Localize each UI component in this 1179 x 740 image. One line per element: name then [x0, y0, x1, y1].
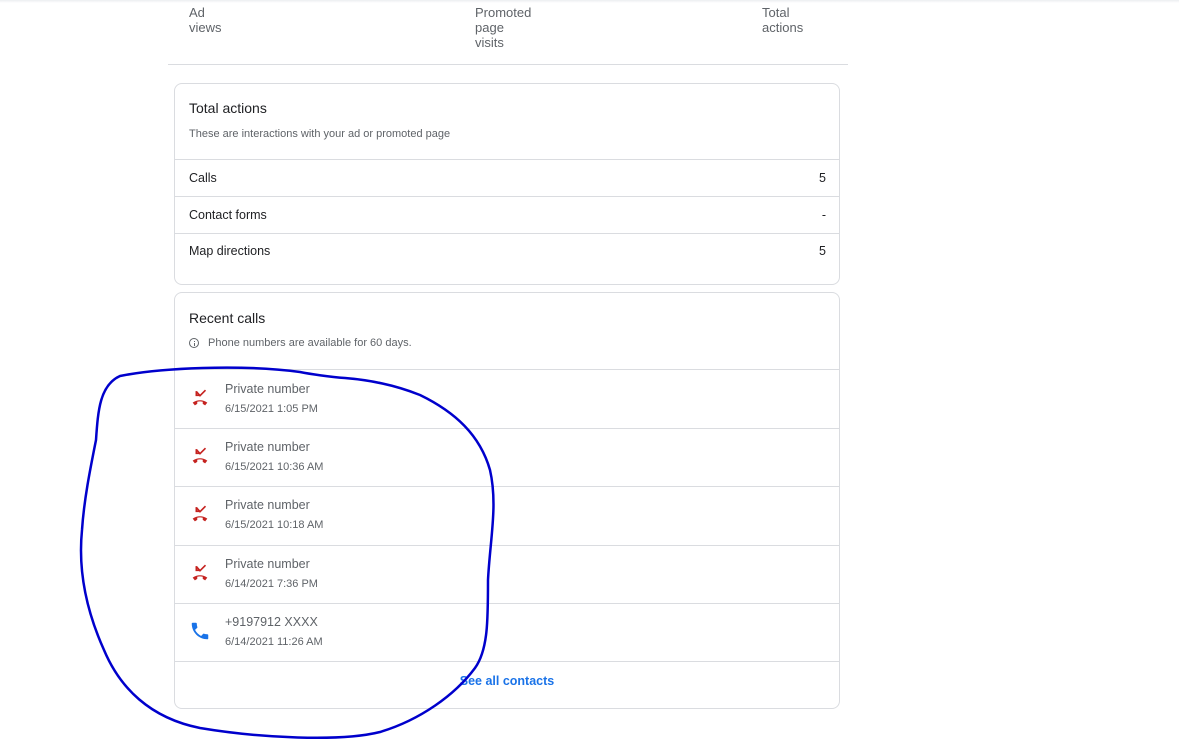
total-actions-card: Total actions These are interactions wit…	[174, 83, 840, 285]
stat-total-actions: Total actions	[762, 5, 803, 35]
call-time: 6/15/2021 1:05 PM	[225, 403, 318, 415]
missed-call-icon	[192, 447, 208, 464]
call-name: Private number	[225, 440, 310, 454]
call-name: +9197912 XXXX	[225, 615, 318, 629]
metric-value: 5	[819, 171, 826, 185]
stat-total-line: Total	[762, 5, 790, 20]
missed-call-icon	[192, 564, 208, 581]
recent-calls-card: Recent calls Phone numbers are available…	[174, 292, 840, 709]
stat-ad-views: Ad views	[189, 5, 222, 35]
recent-calls-info-text: Phone numbers are available for 60 days.	[208, 337, 412, 349]
info-icon	[189, 338, 199, 348]
stat-promoted-line: page	[475, 20, 504, 35]
call-row[interactable]: Private number 6/15/2021 1:05 PM	[175, 370, 839, 428]
call-row[interactable]: +9197912 XXXX 6/14/2021 11:26 AM	[175, 603, 839, 661]
total-actions-subtitle: These are interactions with your ad or p…	[189, 128, 451, 140]
missed-call-icon	[192, 505, 208, 522]
metric-label: Contact forms	[189, 208, 267, 222]
metric-row-calls: Calls 5	[175, 160, 839, 196]
call-row[interactable]: Private number 6/15/2021 10:18 AM	[175, 486, 839, 544]
recent-calls-info: Phone numbers are available for 60 days.	[189, 337, 412, 349]
stat-ad-views-line: views	[189, 20, 222, 35]
call-name: Private number	[225, 498, 310, 512]
call-time: 6/15/2021 10:18 AM	[225, 519, 324, 531]
call-row[interactable]: Private number 6/15/2021 10:36 AM	[175, 428, 839, 486]
see-all-contacts-link[interactable]: See all contacts	[175, 674, 839, 688]
call-row[interactable]: Private number 6/14/2021 7:36 PM	[175, 545, 839, 603]
phone-icon	[191, 622, 209, 640]
call-time: 6/15/2021 10:36 AM	[225, 461, 324, 473]
stat-promoted-line: visits	[475, 35, 504, 50]
call-name: Private number	[225, 382, 310, 396]
stats-header: Ad views Promoted page visits Total acti…	[168, 0, 848, 65]
stat-ad-views-line: Ad	[189, 5, 205, 20]
stat-total-line: actions	[762, 20, 804, 35]
total-actions-title: Total actions	[189, 100, 267, 116]
stat-promoted-page-visits: Promoted page visits	[475, 5, 531, 50]
metric-label: Map directions	[189, 244, 271, 258]
metric-value: 5	[819, 244, 826, 258]
missed-call-icon	[192, 389, 208, 406]
divider	[175, 661, 839, 662]
call-time: 6/14/2021 11:26 AM	[225, 636, 323, 648]
recent-calls-title: Recent calls	[189, 310, 266, 326]
page: Ad views Promoted page visits Total acti…	[0, 0, 1179, 740]
metric-row-contact-forms: Contact forms -	[175, 197, 839, 233]
call-time: 6/14/2021 7:36 PM	[225, 578, 318, 590]
metric-row-map-directions: Map directions 5	[175, 233, 839, 269]
metric-label: Calls	[189, 171, 217, 185]
metric-value: -	[821, 208, 826, 222]
call-name: Private number	[225, 557, 310, 571]
stat-promoted-line: Promoted	[475, 5, 532, 20]
